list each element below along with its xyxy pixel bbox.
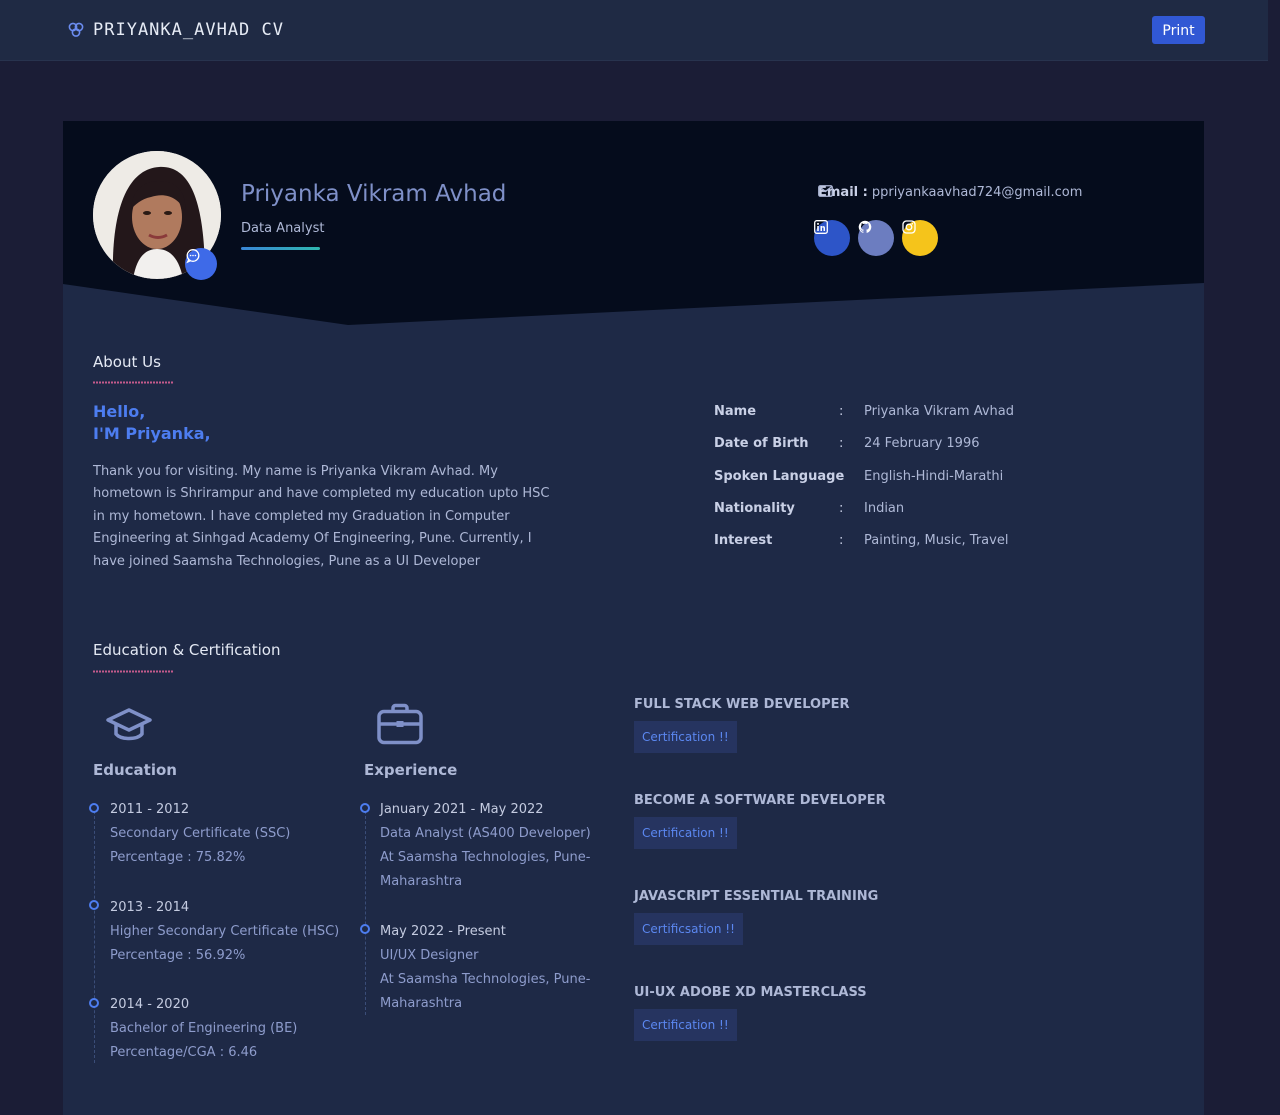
info-value: Indian [864,501,905,516]
brand-title: PRIYANKA_AVHAD CV [93,20,284,40]
info-label: Date of Birth [714,436,809,451]
chat-icon [186,249,200,264]
profile-header: Priyanka Vikram Avhad Data Analyst Email… [63,121,1204,325]
linkedin-button[interactable] [814,220,850,256]
profile-name: Priyanka Vikram Avhad [241,181,507,207]
info-colon: : [839,436,844,451]
education-title-underline [93,670,173,673]
greeting: Hello, I'M Priyanka, [93,401,211,445]
education-date: 2014 - 2020 [110,997,190,1012]
greeting-line-1: Hello, [93,402,146,421]
graduation-cap-icon [106,708,152,741]
experience-heading: Experience [364,761,458,779]
education-score: Percentage/CGA : 6.46 [110,1045,258,1060]
education-degree: Secondary Certificate (SSC) [110,826,291,841]
print-button[interactable]: Print [1152,16,1205,44]
github-button[interactable] [858,220,894,256]
header-background [63,121,1204,325]
experience-location: Maharashtra [380,874,463,889]
instagram-button[interactable] [902,220,938,256]
role-underline [241,247,320,250]
info-label: Spoken Language [714,469,845,484]
certification-title: BECOME A SOFTWARE DEVELOPER [634,793,886,808]
info-colon: : [839,469,844,484]
timeline-dot [89,900,99,910]
experience-date: May 2022 - Present [380,924,506,939]
info-label: Nationality [714,501,795,516]
certification-link[interactable]: Certification !! [634,721,737,753]
timeline-dot [360,924,370,934]
education-heading: Education [93,761,177,779]
info-colon: : [839,404,844,419]
mail-icon [818,185,833,197]
experience-date: January 2021 - May 2022 [380,802,544,817]
timeline-dot [89,803,99,813]
greeting-line-2: I'M Priyanka, [93,424,211,443]
chat-badge[interactable] [185,248,217,280]
education-degree: Higher Secondary Certificate (HSC) [110,924,340,939]
timeline-dot [89,998,99,1008]
info-colon: : [839,501,844,516]
education-date: 2011 - 2012 [110,802,190,817]
top-navbar: PRIYANKA_AVHAD CV Print [0,0,1268,61]
info-label: Name [714,404,757,419]
brand[interactable]: PRIYANKA_AVHAD CV [67,20,284,40]
experience-company: At Saamsha Technologies, Pune- [380,850,591,865]
info-value: Painting, Music, Travel [864,533,1009,548]
experience-role: Data Analyst (AS400 Developer) [380,826,591,841]
education-date: 2013 - 2014 [110,900,190,915]
certification-link[interactable]: Certificsation !! [634,913,743,945]
experience-location: Maharashtra [380,996,463,1011]
certification-title: FULL STACK WEB DEVELOPER [634,697,850,712]
timeline-dot [360,803,370,813]
certification-link[interactable]: Certification !! [634,1009,737,1041]
github-icon [858,220,872,233]
briefcase-icon [377,703,423,745]
education-timeline-line [94,811,95,1063]
education-degree: Bachelor of Engineering (BE) [110,1021,298,1036]
about-paragraph: Thank you for visiting. My name is Priya… [93,464,550,569]
certification-link[interactable]: Certification !! [634,817,737,849]
instagram-icon [902,220,916,234]
email-link[interactable]: ppriyankaavhad724@gmail.com [872,185,1083,200]
email-row: Email : ppriyankaavhad724@gmail.com [818,185,1082,200]
info-value: 24 February 1996 [864,436,980,451]
education-section-title: Education & Certification [93,641,281,659]
education-score: Percentage : 56.92% [110,948,246,963]
about-title-underline [93,381,173,384]
certification-title: JAVASCRIPT ESSENTIAL TRAINING [634,889,879,904]
linkedin-icon [814,220,828,234]
info-label: Interest [714,533,773,548]
info-colon: : [839,533,844,548]
profile-role: Data Analyst [241,221,325,236]
experience-role: UI/UX Designer [380,948,479,963]
experience-timeline-line [365,811,366,1015]
info-value: English-Hindi-Marathi [864,469,1004,484]
experience-company: At Saamsha Technologies, Pune- [380,972,591,987]
about-section-title: About Us [93,353,161,371]
cv-card: Priyanka Vikram Avhad Data Analyst Email… [63,121,1204,1115]
education-score: Percentage : 75.82% [110,850,246,865]
info-value: Priyanka Vikram Avhad [864,404,1015,419]
cluster-icon [68,22,84,37]
certification-title: UI-UX ADOBE XD MASTERCLASS [634,985,867,1000]
